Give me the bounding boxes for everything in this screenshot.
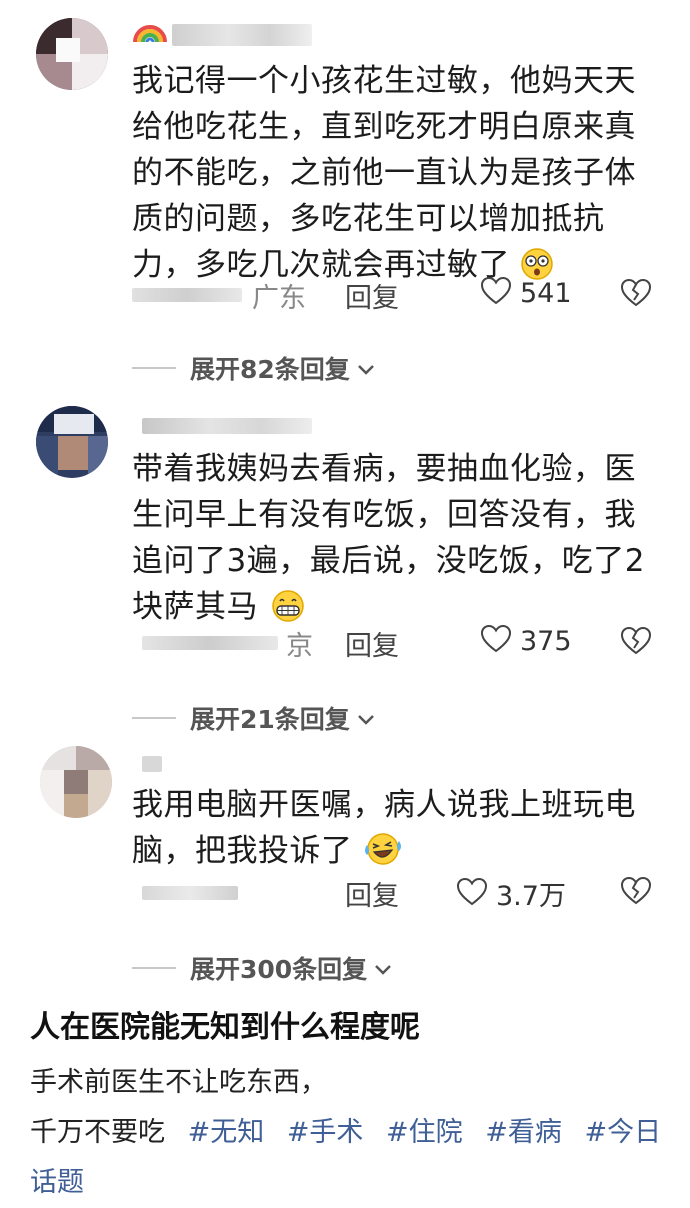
chevron-down-icon <box>356 704 376 733</box>
post-line-tags: 千万不要吃 #无知 #手术 #住院 #看病 #今日话题 <box>30 1108 670 1208</box>
expand-replies-button[interactable]: 展开82条回复 <box>132 350 376 386</box>
time-blurred <box>142 886 238 900</box>
hashtag[interactable]: #无知 <box>188 1117 265 1148</box>
username-blurred[interactable] <box>142 418 312 434</box>
heart-icon <box>456 877 488 911</box>
chevron-down-icon <box>373 954 393 983</box>
reply-button[interactable]: 回复 <box>345 874 399 913</box>
broken-heart-icon[interactable] <box>620 278 652 312</box>
reply-button[interactable]: 回复 <box>345 276 399 315</box>
heart-icon <box>480 276 512 310</box>
divider-line <box>132 717 176 719</box>
hashtag[interactable]: #住院 <box>386 1117 463 1148</box>
username-blurred[interactable] <box>172 24 312 46</box>
like-count: 375 <box>520 625 572 657</box>
post-title: 人在医院能无知到什么程度呢 <box>30 1010 420 1045</box>
rainbow-icon <box>132 18 168 48</box>
broken-heart-icon[interactable] <box>620 626 652 660</box>
expand-label: 展开21条回复 <box>190 705 350 734</box>
comment-text: 我用电脑开医嘱，病人说我上班玩电脑，把我投诉了 <box>132 782 662 880</box>
expand-label: 展开300条回复 <box>190 955 368 984</box>
username-blurred[interactable] <box>142 756 162 772</box>
time-blurred <box>132 288 242 302</box>
location-label: 京 <box>286 631 313 662</box>
hashtag[interactable]: #手术 <box>287 1117 364 1148</box>
expand-replies-button[interactable]: 展开300条回复 <box>132 950 393 986</box>
avatar[interactable] <box>40 746 112 818</box>
like-button[interactable]: 541 <box>480 276 572 310</box>
post-line: 手术前医生不让吃东西， <box>30 1067 327 1098</box>
comment-text: 带着我姨妈去看病，要抽血化验，医生问早上有没有吃饭，回答没有，我追问了3遍，最后… <box>132 446 662 636</box>
like-count: 3.7万 <box>496 881 566 912</box>
divider-line <box>132 967 176 969</box>
like-button[interactable]: 3.7万 <box>456 874 566 913</box>
comment-text: 我记得一个小孩花生过敏，他妈天天给他吃花生，直到吃死才明白原来真的不能吃，之前他… <box>132 58 662 294</box>
avatar[interactable] <box>36 406 108 478</box>
reply-button[interactable]: 回复 <box>345 624 399 663</box>
post-body: 手术前医生不让吃东西， 千万不要吃 #无知 #手术 #住院 #看病 #今日话题 <box>30 1058 670 1208</box>
chevron-down-icon <box>356 354 376 383</box>
like-button[interactable]: 375 <box>480 624 572 658</box>
avatar[interactable] <box>36 18 108 90</box>
expand-label: 展开82条回复 <box>190 355 350 384</box>
expand-replies-button[interactable]: 展开21条回复 <box>132 700 376 736</box>
broken-heart-icon[interactable] <box>620 876 652 910</box>
post-text: 千万不要吃 <box>30 1117 165 1148</box>
like-count: 541 <box>520 277 572 309</box>
location-label: 广东 <box>252 283 306 314</box>
hashtag[interactable]: #看病 <box>485 1117 562 1148</box>
divider-line <box>132 367 176 369</box>
laughing-tears-face-icon <box>363 831 403 880</box>
heart-icon <box>480 624 512 658</box>
time-blurred <box>142 636 278 650</box>
